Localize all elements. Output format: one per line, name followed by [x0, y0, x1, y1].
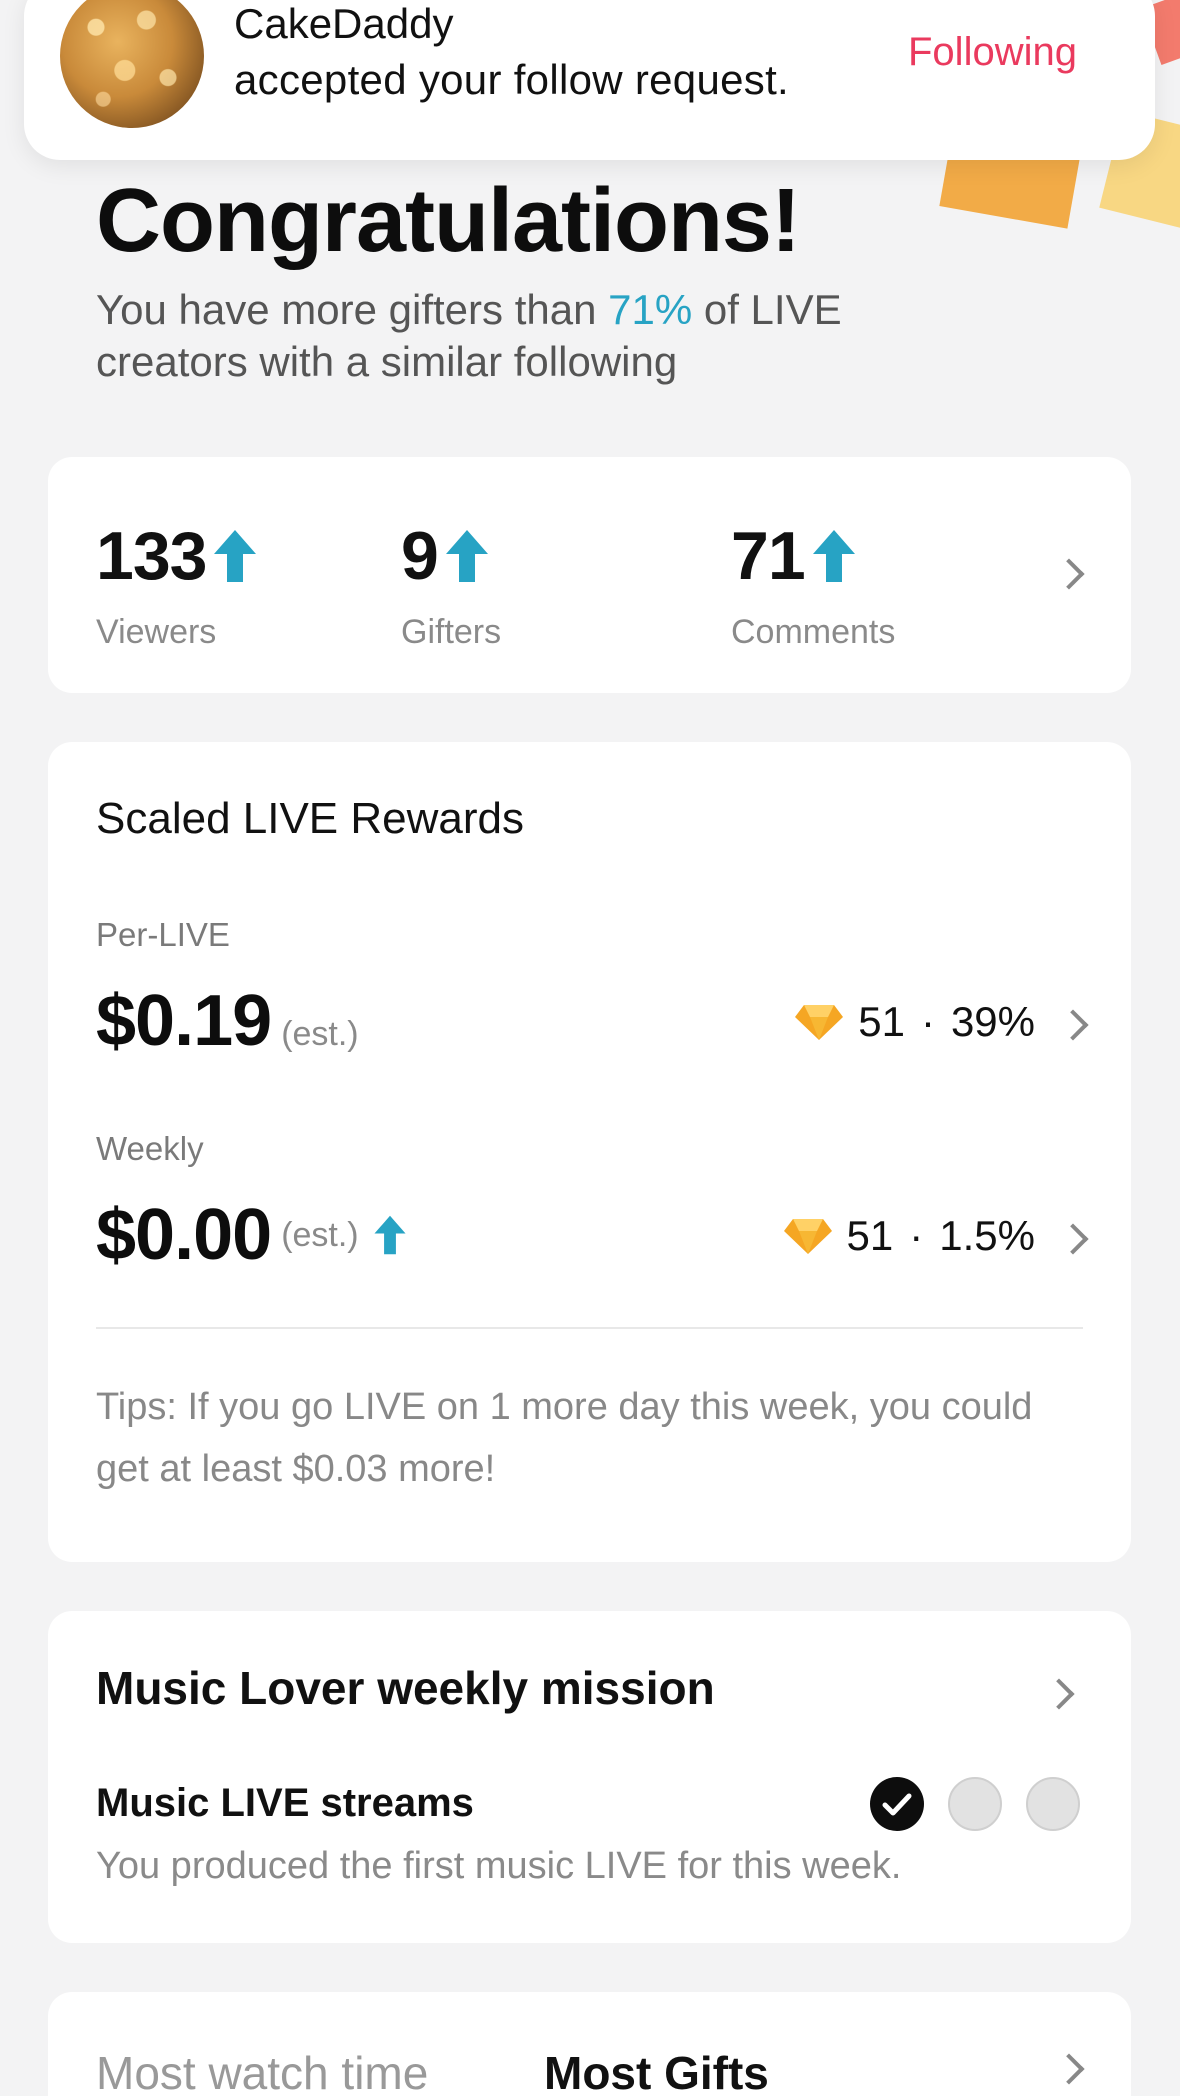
arrow-up-icon [812, 530, 855, 582]
weekly-value: $0.00 (est.) [96, 1194, 407, 1276]
per-live-percent: 39% [950, 998, 1035, 1045]
chevron-right-icon[interactable] [1053, 2053, 1085, 2085]
weekly-gems-row[interactable]: 51 · 1.5% [783, 1212, 1035, 1260]
stat-comments: 71 Comments [731, 517, 895, 652]
chevron-right-icon[interactable] [1043, 1678, 1075, 1710]
arrow-up-icon [445, 530, 488, 582]
stat-gifters: 9 Gifters [401, 517, 501, 652]
notification-username: CakeDaddy [234, 0, 454, 47]
divider [96, 1327, 1083, 1329]
mission-title: Music Lover weekly mission [96, 1662, 715, 1714]
stat-label: Gifters [401, 613, 502, 651]
est-label: (est.) [281, 1015, 359, 1053]
stat-value: 9 [401, 518, 439, 594]
page-subtitle: You have more gifters than 71% of LIVE c… [96, 284, 996, 388]
music-lover-mission-card[interactable]: Music Lover weekly mission Music LIVE st… [48, 1611, 1131, 1943]
weekly-percent: 1.5% [939, 1212, 1035, 1259]
page-title: Congratulations! [96, 171, 801, 271]
arrow-up-icon [214, 530, 257, 582]
tab-most-gifts[interactable]: Most Gifts [544, 2046, 769, 2096]
est-label: (est.) [281, 1215, 359, 1254]
subtitle-highlight: 71% [608, 286, 693, 333]
diamond-icon [795, 1005, 844, 1040]
mission-task: Music LIVE streams [96, 1781, 474, 1825]
diamond-icon [783, 1219, 832, 1254]
per-live-amount: $0.19 [96, 981, 272, 1061]
tab-most-watch-time[interactable]: Most watch time [96, 2046, 428, 2096]
scaled-live-rewards-card: Scaled LIVE Rewards Per-LIVE $0.19 (est.… [48, 742, 1131, 1562]
rewards-tips: Tips: If you go LIVE on 1 more day this … [96, 1386, 1033, 1490]
avatar[interactable] [60, 0, 204, 128]
per-live-value: $0.19 (est.) [96, 980, 359, 1062]
notification-message: accepted your follow request. [234, 56, 790, 103]
per-live-label: Per-LIVE [96, 916, 230, 953]
stat-value: 133 [96, 518, 207, 594]
progress-step-complete [870, 1777, 924, 1831]
chevron-right-icon[interactable] [1057, 1223, 1089, 1255]
mission-description: You produced the first music LIVE for th… [96, 1845, 902, 1887]
chevron-right-icon[interactable] [1053, 558, 1085, 590]
weekly-amount: $0.00 [96, 1195, 272, 1275]
stat-label: Viewers [96, 613, 217, 651]
gem-count: 51 [858, 998, 905, 1045]
stat-viewers: 133 Viewers [96, 517, 258, 652]
progress-step-incomplete [948, 1777, 1002, 1831]
per-live-gems-row[interactable]: 51 · 39% [794, 998, 1035, 1046]
subtitle-prefix: You have more gifters than [96, 286, 609, 333]
stat-label: Comments [731, 613, 896, 651]
separator-dot: · [920, 998, 935, 1045]
arrow-up-icon [374, 1215, 406, 1255]
weekly-label: Weekly [96, 1130, 204, 1167]
leaderboard-card[interactable]: Most watch time Most Gifts [48, 1992, 1131, 2096]
checkmark-icon [882, 1793, 912, 1816]
chevron-right-icon[interactable] [1057, 1009, 1089, 1041]
follow-notification[interactable]: CakeDaddy accepted your follow request. … [24, 0, 1155, 160]
stat-value: 71 [731, 518, 806, 594]
progress-step-incomplete [1026, 1777, 1080, 1831]
following-button[interactable]: Following [908, 30, 1077, 75]
separator-dot: · [909, 1212, 924, 1259]
gem-count: 51 [846, 1212, 894, 1259]
stats-card[interactable]: 133 Viewers 9 Gifters 71 Comments [48, 457, 1131, 693]
rewards-title: Scaled LIVE Rewards [96, 794, 524, 843]
